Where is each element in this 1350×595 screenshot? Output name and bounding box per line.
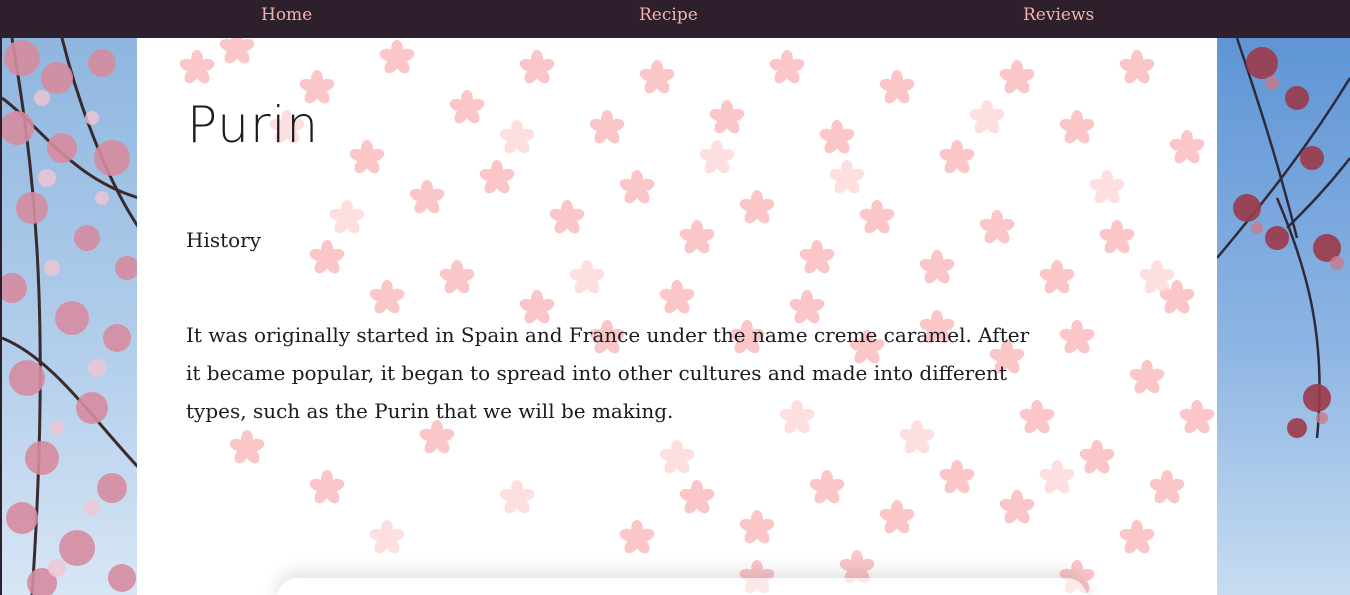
right-blossom-image xyxy=(1217,38,1350,439)
top-navigation: Home Recipe Reviews xyxy=(0,0,1350,38)
nav-link-reviews[interactable]: Reviews xyxy=(1023,5,1094,25)
left-blossom-image xyxy=(2,38,137,595)
section-heading-history: History xyxy=(186,228,262,252)
history-paragraph: It was originally started in Spain and F… xyxy=(186,323,1030,423)
article-content: Purin History It was originally started … xyxy=(137,38,1217,595)
nav-link-recipe[interactable]: Recipe xyxy=(639,5,698,25)
left-cherry-blossom-photo xyxy=(0,38,137,595)
nav-link-home[interactable]: Home xyxy=(261,5,312,25)
right-cherry-blossom-photo xyxy=(1217,38,1350,595)
main-content-panel: Purin History It was originally started … xyxy=(137,38,1217,595)
content-card-edge xyxy=(277,578,1087,595)
page-title: Purin xyxy=(187,96,320,154)
